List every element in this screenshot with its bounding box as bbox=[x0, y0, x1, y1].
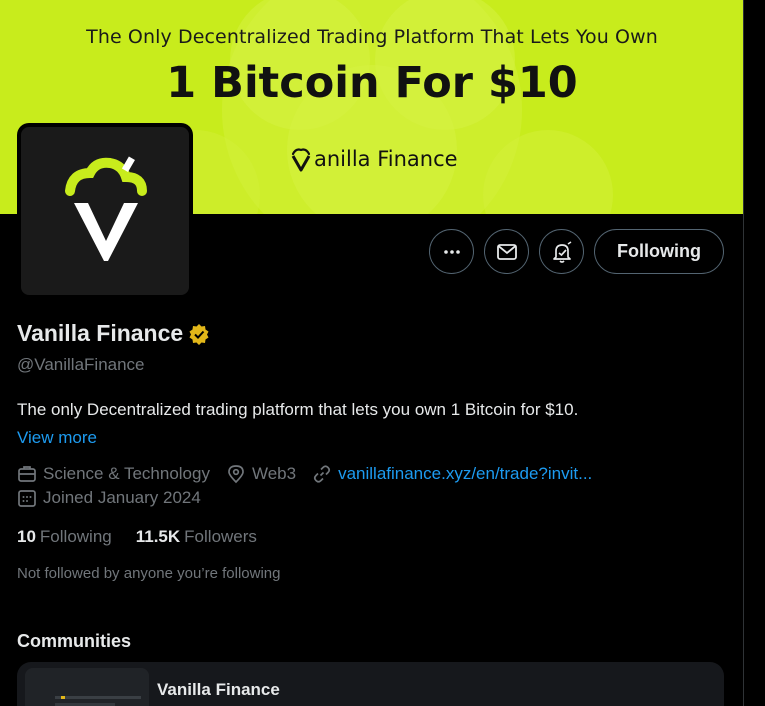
category-item: Science & Technology bbox=[17, 464, 210, 484]
more-icon bbox=[443, 249, 460, 254]
right-pane bbox=[744, 0, 765, 706]
followers-stat[interactable]: 11.5K Followers bbox=[136, 527, 257, 547]
message-icon bbox=[496, 243, 517, 260]
following-count: 10 bbox=[17, 527, 36, 546]
link-icon bbox=[313, 465, 331, 483]
view-more-link[interactable]: View more bbox=[17, 428, 97, 448]
followers-count: 11.5K bbox=[135, 527, 181, 546]
category-label: Science & Technology bbox=[43, 464, 210, 483]
following-stat[interactable]: 10 Following bbox=[17, 527, 112, 547]
display-name-row: Vanilla Finance bbox=[17, 320, 210, 347]
website-item[interactable]: vanillafinance.xyz/en/trade?invit... bbox=[312, 464, 592, 484]
banner-tagline: The Only Decentralized Trading Platform … bbox=[86, 26, 658, 48]
profile-column: The Only Decentralized Trading Platform … bbox=[0, 0, 744, 706]
avatar-image bbox=[21, 127, 189, 295]
notifications-button[interactable] bbox=[539, 229, 584, 274]
joined-row: Joined January 2024 bbox=[17, 488, 217, 508]
joined-label: Joined January 2024 bbox=[43, 488, 201, 507]
profile-bio: The only Decentralized trading platform … bbox=[17, 400, 579, 419]
vanilla-v-icon bbox=[291, 148, 311, 172]
community-thumbnail-image bbox=[25, 668, 149, 706]
profile-meta-row: Science & Technology Web3 vanillafinance… bbox=[17, 464, 608, 484]
avatar[interactable] bbox=[17, 123, 193, 299]
website-link[interactable]: vanillafinance.xyz/en/trade?invit... bbox=[338, 464, 592, 484]
not-followed-notice: Not followed by anyone you’re following bbox=[17, 565, 281, 582]
more-button[interactable] bbox=[429, 229, 474, 274]
community-name: Vanilla Finance bbox=[157, 680, 280, 699]
bell-icon bbox=[552, 240, 571, 263]
banner-brand-text: anilla Finance bbox=[314, 147, 458, 171]
community-thumbnail bbox=[25, 668, 149, 706]
calendar-icon bbox=[18, 490, 36, 507]
message-button[interactable] bbox=[484, 229, 529, 274]
following-button[interactable]: Following bbox=[594, 229, 724, 274]
display-name: Vanilla Finance bbox=[17, 320, 184, 346]
follow-stats: 10 Following 11.5K Followers bbox=[17, 527, 281, 547]
communities-heading: Communities bbox=[17, 631, 132, 651]
location-pin-icon bbox=[228, 465, 244, 484]
verified-gold-icon[interactable] bbox=[188, 323, 210, 345]
community-card[interactable]: Vanilla Finance bbox=[17, 662, 724, 706]
vanilla-logo-icon bbox=[65, 156, 147, 261]
banner-brand-logo: anilla Finance bbox=[290, 144, 458, 174]
joined-item: Joined January 2024 bbox=[17, 488, 201, 508]
location-item: Web3 bbox=[226, 464, 296, 484]
briefcase-icon bbox=[18, 466, 36, 482]
profile-handle: @VanillaFinance bbox=[17, 355, 145, 374]
followers-stat-label: Followers bbox=[184, 527, 257, 546]
location-label: Web3 bbox=[251, 464, 297, 483]
following-stat-label: Following bbox=[39, 527, 112, 546]
banner-headline: 1 Bitcoin For $10 bbox=[166, 58, 578, 108]
